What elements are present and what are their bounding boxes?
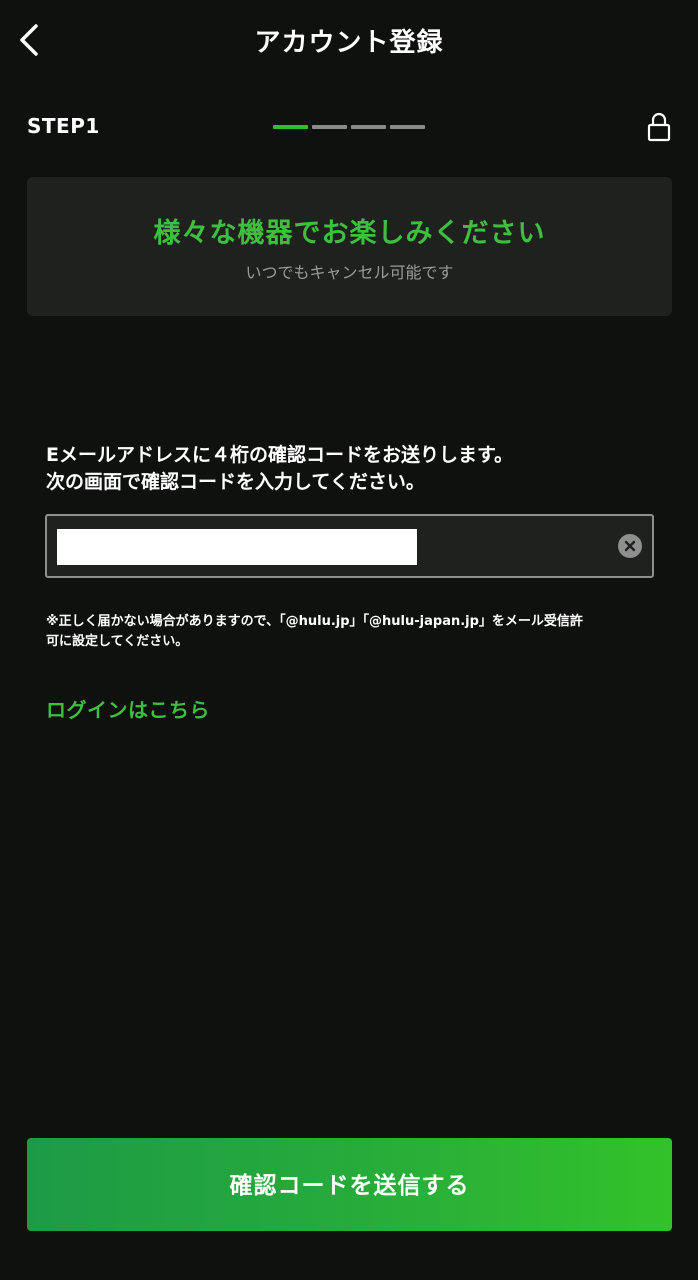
email-field: [45, 514, 654, 578]
step-label: STEP1: [27, 114, 100, 138]
login-link[interactable]: ログインはこちら: [46, 694, 210, 723]
instruction-text: Eメールアドレスに４桁の確認コードをお送りします。 次の画面で確認コードを入力し…: [46, 442, 666, 496]
step-progress-bar: [273, 125, 425, 129]
instruction-line-2: 次の画面で確認コードを入力してください。: [46, 471, 425, 493]
banner-subtitle: いつでもキャンセル可能です: [245, 263, 454, 282]
notice-line-1: ※正しく届かない場合がありますので、「@hulu.jp」「@hulu-japan…: [46, 614, 583, 629]
step-segment-3: [351, 125, 386, 129]
page-title: アカウント登録: [254, 28, 444, 58]
send-code-button[interactable]: 確認コードを送信する: [27, 1138, 672, 1231]
email-input[interactable]: [57, 529, 417, 565]
lock-icon: [647, 112, 671, 142]
header: アカウント登録: [0, 0, 698, 80]
promo-banner: 様々な機器でお楽しみください いつでもキャンセル可能です: [27, 177, 672, 316]
step-indicator: STEP1: [0, 110, 698, 146]
banner-title: 様々な機器でお楽しみください: [153, 218, 546, 249]
step-segment-4: [390, 125, 425, 129]
step-segment-1: [273, 125, 308, 129]
email-notice: ※正しく届かない場合がありますので、「@hulu.jp」「@hulu-japan…: [46, 612, 666, 652]
clear-circle-x-icon[interactable]: [618, 534, 642, 558]
instruction-line-1: Eメールアドレスに４桁の確認コードをお送りします。: [46, 444, 514, 466]
step-segment-2: [312, 125, 347, 129]
notice-line-2: 可に設定してください。: [46, 634, 189, 649]
